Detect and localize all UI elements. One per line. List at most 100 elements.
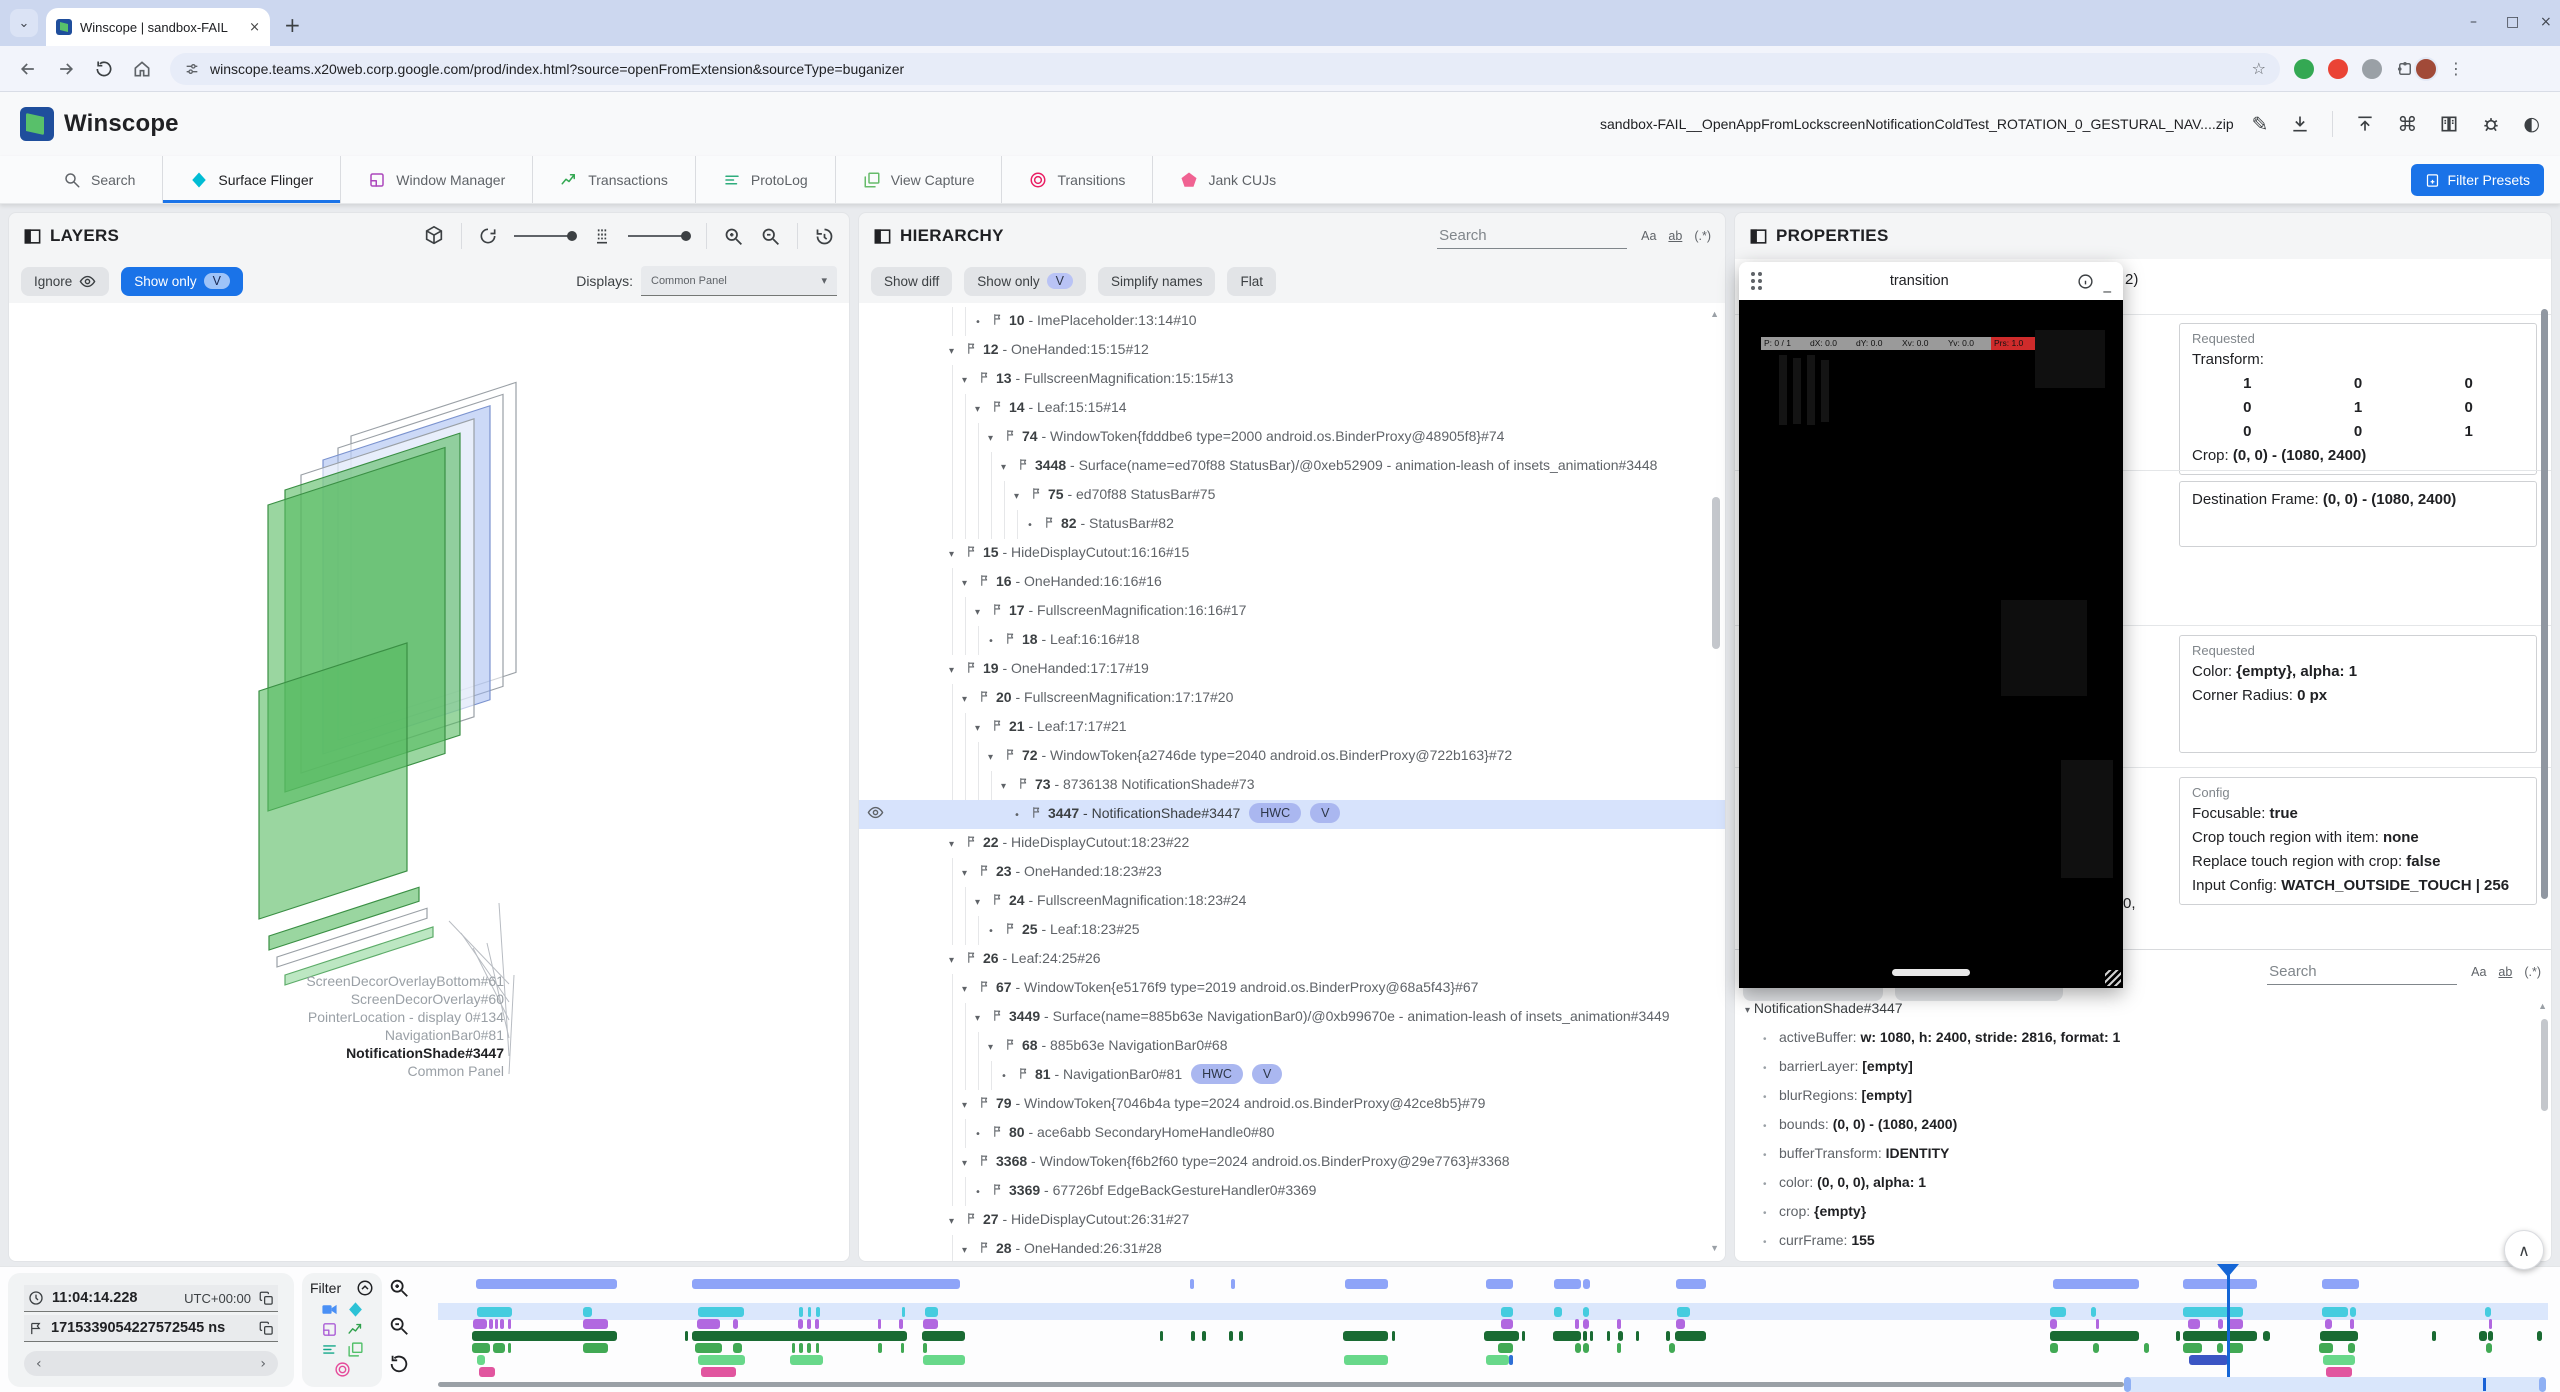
tree-node-22[interactable]: ▾22 - HideDisplayCutout:18:23#22 (859, 829, 1725, 858)
protolog-track-entry[interactable] (2319, 1343, 2333, 1353)
report-bug-icon[interactable] (2481, 114, 2501, 134)
window-manager-track-entry[interactable] (1583, 1319, 1589, 1329)
window-manager-track-entry[interactable] (508, 1319, 511, 1329)
window-manager-track-entry[interactable] (798, 1319, 803, 1329)
expand-arrow-icon[interactable]: ▾ (949, 339, 963, 365)
protolog-track-entry[interactable] (2217, 1343, 2223, 1353)
bookmark-star-icon[interactable]: ☆ (2252, 59, 2266, 78)
documentation-icon[interactable] (2439, 114, 2459, 134)
timeline-tracks[interactable] (0, 1267, 2560, 1392)
screen-recording-track-entry[interactable] (1231, 1279, 1235, 1289)
property-blurRegions[interactable]: •blurRegions: [empty] (1735, 1082, 2551, 1111)
info-icon[interactable] (2077, 273, 2094, 290)
transitions-track-entry[interactable] (479, 1367, 495, 1377)
protolog-track-entry[interactable] (583, 1343, 608, 1353)
overview-right-handle[interactable] (2539, 1377, 2546, 1392)
show-diff-chip[interactable]: Show diff (871, 267, 952, 296)
transactions-track-entry[interactable] (2432, 1331, 2436, 1341)
expand-arrow-icon[interactable]: ▾ (988, 1035, 1002, 1061)
window-manager-track-entry[interactable] (2188, 1319, 2200, 1329)
transactions-track-entry[interactable] (1160, 1331, 1163, 1341)
window-manager-track-entry[interactable] (583, 1319, 608, 1329)
expand-arrow-icon[interactable]: ▾ (949, 1209, 963, 1235)
protolog-track-entry[interactable] (2050, 1343, 2058, 1353)
view-capture-track-entry[interactable] (1486, 1355, 1509, 1365)
tab-window-manager[interactable]: Window Manager (340, 156, 532, 203)
protolog-track-entry[interactable] (2144, 1343, 2149, 1353)
filter-presets-button[interactable]: Filter Presets (2411, 164, 2544, 196)
transactions-track-entry[interactable] (2183, 1331, 2257, 1341)
expand-arrow-icon[interactable]: ▾ (975, 1006, 989, 1032)
edit-icon[interactable]: ✎ (2252, 112, 2269, 136)
tree-node-3449[interactable]: ▾3449 - Surface(name=885b63e NavigationB… (859, 1003, 1725, 1032)
window-manager-track-entry[interactable] (815, 1319, 819, 1329)
protolog-track-entry[interactable] (733, 1343, 742, 1353)
shortcuts-icon[interactable]: ⌘ (2397, 112, 2417, 136)
scroll-down-icon[interactable]: ▼ (1710, 1243, 1719, 1253)
overview-left-handle[interactable] (2124, 1377, 2131, 1392)
url-bar[interactable]: winscope.teams.x20web.corp.google.com/pr… (170, 53, 2280, 85)
tab-close-icon[interactable]: × (249, 20, 260, 35)
window-manager-track-entry[interactable] (2050, 1319, 2057, 1329)
transactions-track-entry[interactable] (472, 1331, 617, 1341)
tab-surface-flinger[interactable]: Surface Flinger (162, 156, 340, 203)
properties-match-case-icon[interactable]: Aa (2471, 965, 2486, 979)
properties-regex-icon[interactable]: (.*) (2524, 965, 2541, 979)
tree-node-14[interactable]: ▾14 - Leaf:15:15#14 (859, 394, 1725, 423)
properties-scrollbar[interactable] (2541, 309, 2548, 899)
window-manager-track-entry[interactable] (733, 1319, 738, 1329)
hierarchy-search-input[interactable]: Search (1437, 223, 1627, 249)
expand-arrow-icon[interactable]: ▾ (975, 890, 989, 916)
property-root-node[interactable]: ▾ NotificationShade#3447 (1735, 995, 2551, 1024)
property-bounds[interactable]: •bounds: (0, 0) - (1080, 2400) (1735, 1111, 2551, 1140)
view-capture-track-entry[interactable] (1344, 1355, 1388, 1365)
window-manager-track-entry[interactable] (495, 1319, 498, 1329)
window-minimize-button[interactable]: – (2470, 14, 2477, 30)
window-manager-track-entry[interactable] (1676, 1319, 1685, 1329)
tree-node-13[interactable]: ▾13 - FullscreenMagnification:15:15#13 (859, 365, 1725, 394)
home-icon[interactable] (132, 59, 152, 79)
window-manager-track-entry[interactable] (899, 1319, 903, 1329)
show-only-chip[interactable]: Show onlyV (964, 267, 1086, 296)
tab-transitions[interactable]: Transitions (1001, 156, 1152, 203)
tree-node-3447[interactable]: •3447 - NotificationShade#3447HWCV (859, 800, 1725, 829)
transactions-track-entry[interactable] (1343, 1331, 1388, 1341)
gray-dot-extension-icon[interactable] (2362, 59, 2382, 79)
transactions-track-entry[interactable] (2488, 1331, 2493, 1341)
view-capture-track-entry[interactable] (923, 1355, 965, 1365)
browser-tab[interactable]: Winscope | sandbox-FAIL × (46, 8, 270, 46)
transactions-track-entry[interactable] (1484, 1331, 1519, 1341)
surface-flinger-track-entry[interactable] (2322, 1307, 2348, 1317)
tree-node-20[interactable]: ▾20 - FullscreenMagnification:17:17#20 (859, 684, 1725, 713)
surface-flinger-track-entry[interactable] (477, 1307, 512, 1317)
3d-view-icon[interactable] (423, 225, 445, 247)
resize-handle-icon[interactable] (2105, 970, 2121, 986)
protolog-track-entry[interactable] (695, 1343, 722, 1353)
transactions-track-entry[interactable] (1202, 1331, 1206, 1341)
transactions-track-entry[interactable] (1666, 1331, 1670, 1341)
ignore-hidden-chip[interactable]: Ignore (21, 267, 109, 296)
property-color[interactable]: •color: (0, 0, 0), alpha: 1 (1735, 1169, 2551, 1198)
transactions-track-entry[interactable] (1239, 1331, 1243, 1341)
layer-sheet[interactable] (259, 643, 407, 919)
surface-flinger-track-entry[interactable] (1554, 1307, 1562, 1317)
tree-node-3369[interactable]: •3369 - 67726bf EdgeBackGestureHandler0#… (859, 1177, 1725, 1206)
protolog-track-entry[interactable] (1575, 1343, 1581, 1353)
transactions-track-entry[interactable] (1583, 1331, 1587, 1341)
surface-flinger-track-entry[interactable] (902, 1307, 905, 1317)
property-dataspace[interactable]: •dataspace: BT709 sRGB Full range (1735, 1256, 2551, 1262)
transactions-track-entry[interactable] (2263, 1331, 2270, 1341)
expand-arrow-icon[interactable]: ▾ (949, 542, 963, 568)
protolog-track-entry[interactable] (923, 1343, 927, 1353)
screen-recording-track-entry[interactable] (1676, 1279, 1706, 1289)
view-capture-track-entry[interactable] (698, 1355, 745, 1365)
window-manager-track-entry[interactable] (807, 1319, 811, 1329)
site-settings-icon[interactable] (184, 61, 200, 77)
layers-3d-view[interactable]: ScreenDecorOverlayBottom#61ScreenDecorOv… (9, 303, 849, 1262)
protolog-track-entry[interactable] (799, 1343, 803, 1353)
properties-list-scrollbar[interactable] (2541, 1019, 2548, 1111)
green-dot-extension-icon[interactable] (2294, 59, 2314, 79)
protolog-track-entry[interactable] (493, 1343, 505, 1353)
tree-node-68[interactable]: ▾68 - 885b63e NavigationBar0#68 (859, 1032, 1725, 1061)
tree-node-21[interactable]: ▾21 - Leaf:17:17#21 (859, 713, 1725, 742)
